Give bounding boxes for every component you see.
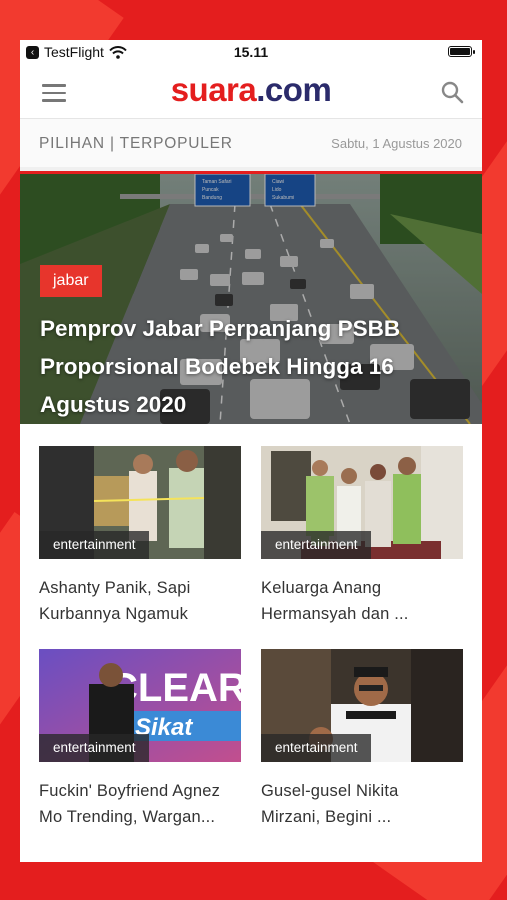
article-category: entertainment — [39, 734, 149, 762]
hero-article[interactable]: Taman Safari Puncak Bandung Ciawi Lido S… — [20, 171, 482, 424]
phone-screen: ‹ TestFlight 15.11 suara.com PILIHAN | T… — [20, 40, 482, 862]
article-thumbnail: entertainment — [261, 649, 463, 762]
article-thumbnail: CLEAR Sikat entertainment — [39, 649, 241, 762]
article-title: Fuckin' Boyfriend Agnez Mo Trending, Warg… — [39, 782, 221, 826]
hero-title[interactable]: Pemprov Jabar Perpanjang PSBB Proporsion… — [40, 310, 468, 424]
status-time: 15.11 — [233, 44, 269, 60]
status-bar: ‹ TestFlight 15.11 — [20, 40, 482, 65]
article-category: entertainment — [261, 531, 371, 559]
article-card[interactable]: entertainment Keluarga Anang Hermansyah d… — [261, 446, 463, 627]
tab-separator: | — [104, 135, 120, 152]
article-category: entertainment — [261, 734, 371, 762]
article-title: Gusel-gusel Nikita Mirzani, Begini ... — [261, 782, 399, 826]
battery-icon — [448, 46, 475, 57]
article-thumbnail: entertainment — [39, 446, 241, 559]
article-title: Keluarga Anang Hermansyah dan ... — [261, 579, 409, 623]
current-date: Sabtu, 1 Agustus 2020 — [331, 136, 462, 151]
section-bar: PILIHAN | TERPOPULER Sabtu, 1 Agustus 20… — [20, 119, 482, 171]
article-category: entertainment — [39, 531, 149, 559]
article-card[interactable]: entertainment Gusel-gusel Nikita Mirzani,… — [261, 649, 463, 830]
article-thumbnail: entertainment — [261, 446, 463, 559]
article-card[interactable]: CLEAR Sikat entertainment Fuckin' Boyfri… — [39, 649, 241, 830]
tab-terpopuler[interactable]: TERPOPULER — [120, 135, 233, 152]
article-card[interactable]: entertainment Ashanty Panik, Sapi Kurbann… — [39, 446, 241, 627]
article-title: Ashanty Panik, Sapi Kurbannya Ngamuk — [39, 579, 191, 623]
suara-logo[interactable]: suara.com — [20, 71, 482, 109]
hero-category-badge[interactable]: jabar — [40, 265, 102, 297]
section-tabs: PILIHAN | TERPOPULER — [39, 135, 233, 153]
tab-pilihan[interactable]: PILIHAN — [39, 135, 105, 152]
search-icon[interactable] — [440, 80, 464, 104]
app-header: suara.com — [20, 65, 482, 119]
